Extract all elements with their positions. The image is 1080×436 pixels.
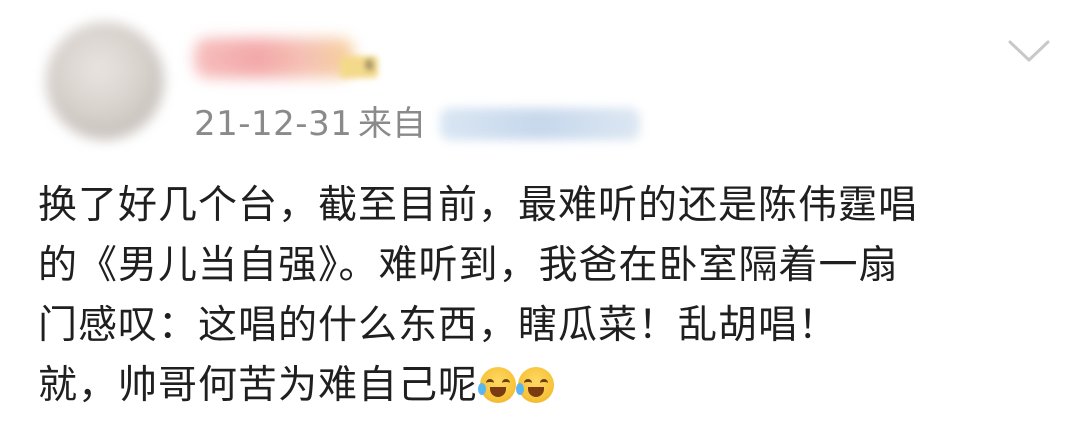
content-line: 门感叹：这唱的什么东西，瞎瓜菜！乱胡唱！ (38, 303, 839, 348)
avatar[interactable] (46, 22, 164, 140)
post-content: 换了好几个台，截至目前，最难听的还是陈伟霆唱 的《男儿当自强》。难听到，我爸在卧… (38, 176, 1048, 416)
content-line-text: 就，帅哥何苦为难自己呢 (38, 363, 479, 408)
username-blurred[interactable] (194, 38, 354, 78)
post-time: 21-12-31 (194, 104, 353, 144)
level-badge: 6 (340, 56, 378, 78)
post-header: 6 21-12-31 来自 (0, 0, 1080, 160)
source-app-blurred[interactable] (440, 108, 640, 140)
chevron-down-icon[interactable] (1006, 36, 1052, 66)
source-label: 来自 (358, 104, 426, 144)
content-line: 换了好几个台，截至目前，最难听的还是陈伟霆唱 (38, 183, 919, 228)
laughing-crying-emoji-icon (478, 367, 517, 403)
laughing-crying-emoji-icon (516, 367, 555, 403)
content-line: 的《男儿当自强》。难听到，我爸在卧室隔着一扇 (38, 243, 899, 288)
content-line-last: 就，帅哥何苦为难自己呢 (38, 356, 1048, 416)
level-badge-number: 6 (365, 58, 374, 74)
